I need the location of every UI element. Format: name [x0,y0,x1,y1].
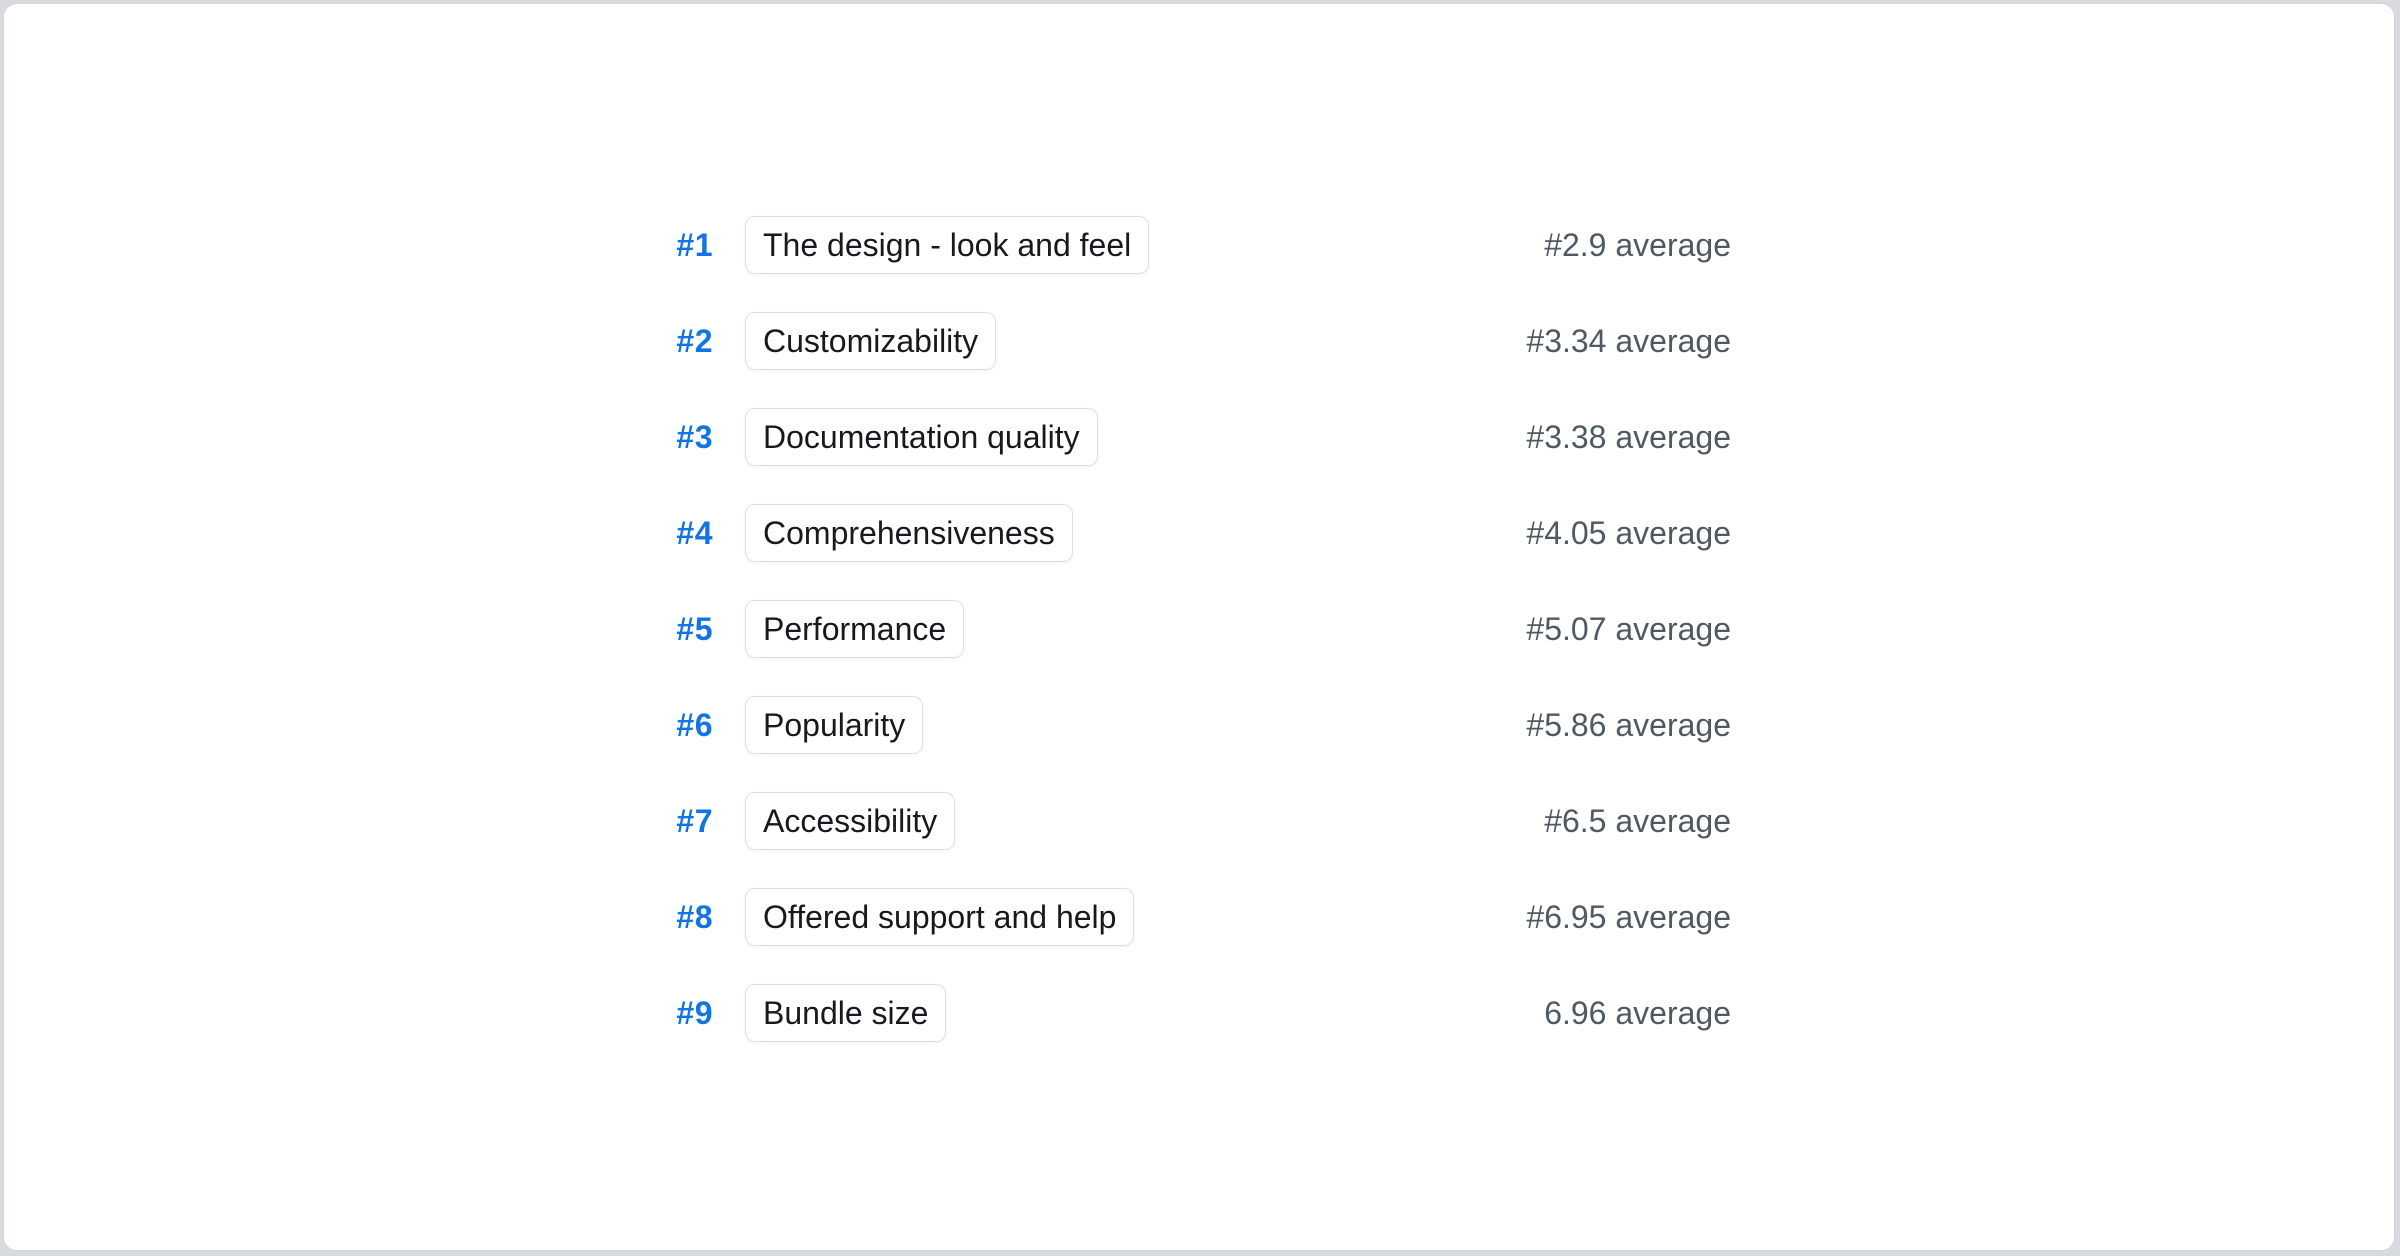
average-score-label: #4.05 average [1526,515,1731,552]
average-score-label: #3.38 average [1526,419,1731,456]
ranking-option-chip[interactable]: Popularity [745,696,923,754]
average-score-label: 6.96 average [1544,995,1731,1032]
ranking-item-row: #2 Customizability #3.34 average [667,312,1731,370]
rank-number-label: #3 [667,419,713,456]
rank-number-label: #7 [667,803,713,840]
ranking-item-row: #3 Documentation quality #3.38 average [667,408,1731,466]
average-score-label: #2.9 average [1544,227,1731,264]
ranking-option-chip[interactable]: Customizability [745,312,996,370]
average-score-label: #6.95 average [1526,899,1731,936]
ranking-item-row: #8 Offered support and help #6.95 averag… [667,888,1731,946]
rank-number-label: #2 [667,323,713,360]
ranking-item-row: #7 Accessibility #6.5 average [667,792,1731,850]
average-score-label: #3.34 average [1526,323,1731,360]
ranking-option-chip[interactable]: Comprehensiveness [745,504,1073,562]
ranking-item-row: #6 Popularity #5.86 average [667,696,1731,754]
ranking-option-chip[interactable]: Performance [745,600,964,658]
rank-number-label: #9 [667,995,713,1032]
average-score-label: #5.07 average [1526,611,1731,648]
ranking-item-row: #5 Performance #5.07 average [667,600,1731,658]
ranking-option-chip[interactable]: The design - look and feel [745,216,1149,274]
rank-number-label: #4 [667,515,713,552]
ranking-option-chip[interactable]: Accessibility [745,792,955,850]
rank-number-label: #8 [667,899,713,936]
rank-number-label: #5 [667,611,713,648]
ranking-item-row: #9 Bundle size 6.96 average [667,984,1731,1042]
rank-number-label: #6 [667,707,713,744]
ranking-results-list: #1 The design - look and feel #2.9 avera… [667,4,1731,1042]
ranking-item-row: #1 The design - look and feel #2.9 avera… [667,216,1731,274]
rank-number-label: #1 [667,227,713,264]
ranking-option-chip[interactable]: Offered support and help [745,888,1134,946]
average-score-label: #5.86 average [1526,707,1731,744]
average-score-label: #6.5 average [1544,803,1731,840]
ranking-item-row: #4 Comprehensiveness #4.05 average [667,504,1731,562]
ranking-option-chip[interactable]: Bundle size [745,984,946,1042]
ranking-option-chip[interactable]: Documentation quality [745,408,1098,466]
ranking-results-card: #1 The design - look and feel #2.9 avera… [3,3,2395,1251]
